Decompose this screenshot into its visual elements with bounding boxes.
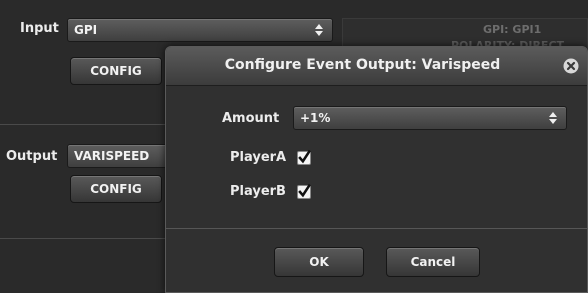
- checkmark-icon: [298, 183, 311, 198]
- output-label: Output: [6, 149, 58, 164]
- checkmark-icon: [298, 149, 311, 164]
- input-config-button[interactable]: CONFIG: [70, 57, 162, 85]
- cancel-button[interactable]: Cancel: [386, 247, 480, 277]
- player-b-checkbox[interactable]: [297, 183, 311, 199]
- dialog-divider: [166, 228, 587, 229]
- amount-select[interactable]: +1%: [293, 106, 567, 130]
- input-info-line1: GPI: GPI1: [483, 23, 542, 36]
- player-b-label: PlayerB: [230, 184, 286, 199]
- output-config-button[interactable]: CONFIG: [70, 175, 162, 203]
- dialog-titlebar: Configure Event Output: Varispeed: [166, 47, 587, 86]
- configure-event-output-dialog: Configure Event Output: Varispeed Amount…: [165, 46, 588, 293]
- section-divider-2: [0, 238, 170, 239]
- close-icon[interactable]: [563, 58, 579, 74]
- output-select[interactable]: VARISPEED: [67, 144, 177, 168]
- amount-select-value: +1%: [300, 111, 331, 125]
- player-a-checkbox[interactable]: [297, 149, 311, 165]
- output-select-value: VARISPEED: [74, 149, 150, 163]
- section-divider: [0, 124, 170, 125]
- player-a-label: PlayerA: [230, 150, 287, 165]
- updown-arrows-icon: [315, 24, 323, 36]
- ok-button[interactable]: OK: [274, 247, 364, 277]
- input-select[interactable]: GPI: [67, 18, 333, 42]
- updown-arrows-icon: [549, 112, 557, 124]
- amount-label: Amount: [222, 111, 280, 126]
- input-label: Input: [20, 21, 59, 36]
- input-select-value: GPI: [74, 23, 98, 37]
- dialog-title: Configure Event Output: Varispeed: [224, 57, 501, 73]
